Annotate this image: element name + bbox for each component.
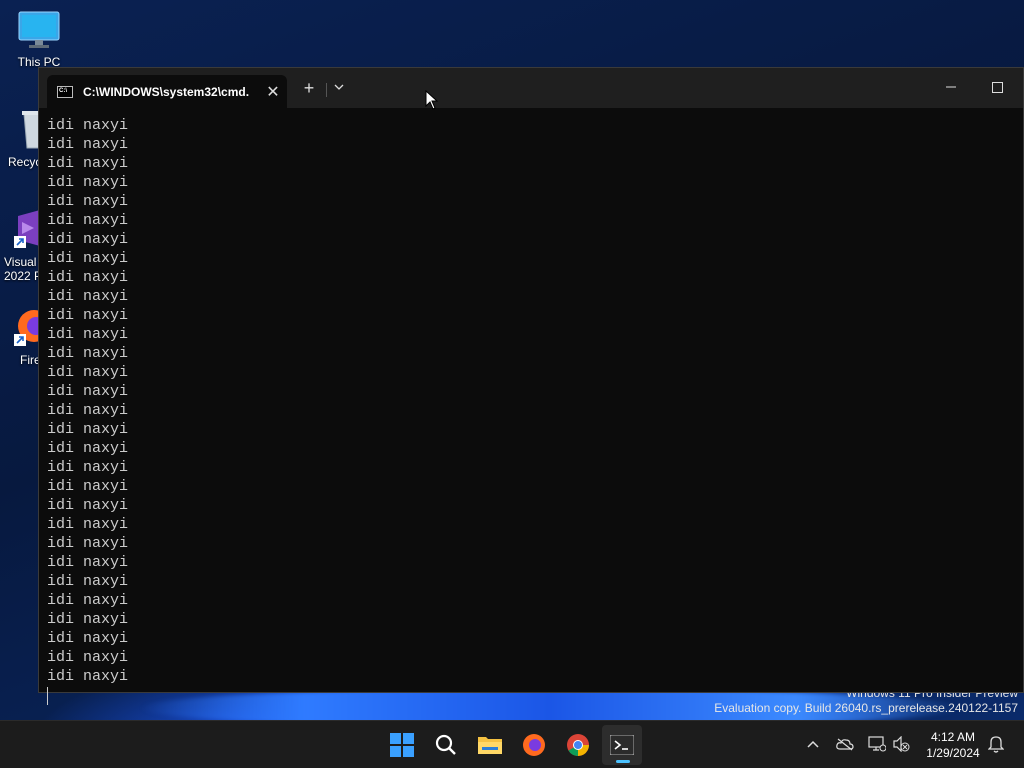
maximize-button[interactable] (985, 74, 1009, 100)
console-line: idi naxyi (47, 440, 129, 457)
console-line: idi naxyi (47, 497, 129, 514)
tray-overflow-button[interactable] (802, 733, 824, 755)
text-cursor (47, 687, 48, 705)
console-line: idi naxyi (47, 212, 129, 229)
mouse-pointer-icon (425, 90, 439, 110)
notification-center-button[interactable] (985, 733, 1007, 755)
chrome-icon (567, 734, 589, 756)
minimize-icon (946, 86, 956, 88)
search-icon (435, 734, 456, 755)
console-line: idi naxyi (47, 345, 129, 362)
taskbar-terminal[interactable] (602, 725, 642, 765)
console-output[interactable]: idi naxyi idi naxyi idi naxyi idi naxyi idi … (47, 116, 1023, 705)
console-line: idi naxyi (47, 231, 129, 248)
monitor-icon (18, 11, 60, 48)
terminal-tab-cmd[interactable]: C:\WINDOWS\system32\cmd. ✕ (47, 75, 287, 108)
console-line: idi naxyi (47, 364, 129, 381)
console-line: idi naxyi (47, 649, 129, 666)
taskbar-chrome[interactable] (558, 725, 598, 765)
console-line: idi naxyi (47, 668, 129, 685)
console-line: idi naxyi (47, 288, 129, 305)
console-line: idi naxyi (47, 573, 129, 590)
taskbar-clock[interactable]: 4:12 AM 1/29/2024 (918, 729, 988, 761)
firefox-icon (523, 734, 545, 756)
chevron-up-icon (807, 740, 819, 748)
console-line: idi naxyi (47, 250, 129, 267)
new-tab-button[interactable]: + (297, 77, 321, 101)
console-line: idi naxyi (47, 155, 129, 172)
maximize-icon (991, 81, 1003, 93)
console-line: idi naxyi (47, 307, 129, 324)
taskbar-search-button[interactable] (426, 725, 466, 765)
console-line: idi naxyi (47, 611, 129, 628)
clock-time: 4:12 AM (930, 730, 976, 744)
tab-close-button[interactable]: ✕ (259, 82, 287, 102)
terminal-window[interactable]: C:\WINDOWS\system32\cmd. ✕ + idi naxyiid… (38, 67, 1024, 705)
console-line: idi naxyi (47, 117, 129, 134)
tab-dropdown-button[interactable] (327, 77, 351, 101)
terminal-titlebar[interactable]: C:\WINDOWS\system32\cmd. ✕ + (39, 68, 1023, 108)
network-icon (868, 736, 886, 752)
terminal-icon (610, 735, 634, 755)
clock-date: 1/29/2024 (926, 746, 980, 760)
tab-title: C:\WINDOWS\system32\cmd. (83, 84, 250, 99)
taskbar-firefox[interactable] (514, 725, 554, 765)
chevron-down-icon (334, 84, 344, 90)
volume-muted-icon (893, 736, 910, 752)
console-line: idi naxyi (47, 383, 129, 400)
console-line: idi naxyi (47, 421, 129, 438)
console-line: idi naxyi (47, 326, 129, 343)
taskbar: 4:12 AM 1/29/2024 (0, 720, 1024, 768)
desktop-icon-this-pc[interactable]: This PC (1, 10, 77, 69)
tray-onedrive[interactable] (834, 733, 856, 755)
tray-volume[interactable] (890, 733, 912, 755)
console-line: idi naxyi (47, 269, 129, 286)
notification-bell-icon (988, 736, 1004, 753)
console-line: idi naxyi (47, 535, 129, 552)
console-line: idi naxyi (47, 459, 129, 476)
console-line: idi naxyi (47, 193, 129, 210)
console-line: idi naxyi (47, 402, 129, 419)
start-button[interactable] (382, 725, 422, 765)
windows-start-icon (390, 733, 414, 757)
os-watermark-line2: Evaluation copy. Build 26040.rs_prerelea… (714, 701, 1018, 715)
console-line: idi naxyi (47, 136, 129, 153)
onedrive-icon (836, 738, 854, 751)
active-indicator (616, 760, 630, 763)
console-line: idi naxyi (47, 174, 129, 191)
console-line: idi naxyi (47, 630, 129, 647)
cmd-icon (57, 85, 73, 98)
taskbar-file-explorer[interactable] (470, 725, 510, 765)
console-line: idi naxyi (47, 516, 129, 533)
tray-network[interactable] (866, 733, 888, 755)
minimize-button[interactable] (939, 74, 963, 100)
console-line: idi naxyi (47, 478, 129, 495)
console-line: idi naxyi (47, 592, 129, 609)
console-line: idi naxyi (47, 554, 129, 571)
folder-icon (478, 737, 502, 754)
